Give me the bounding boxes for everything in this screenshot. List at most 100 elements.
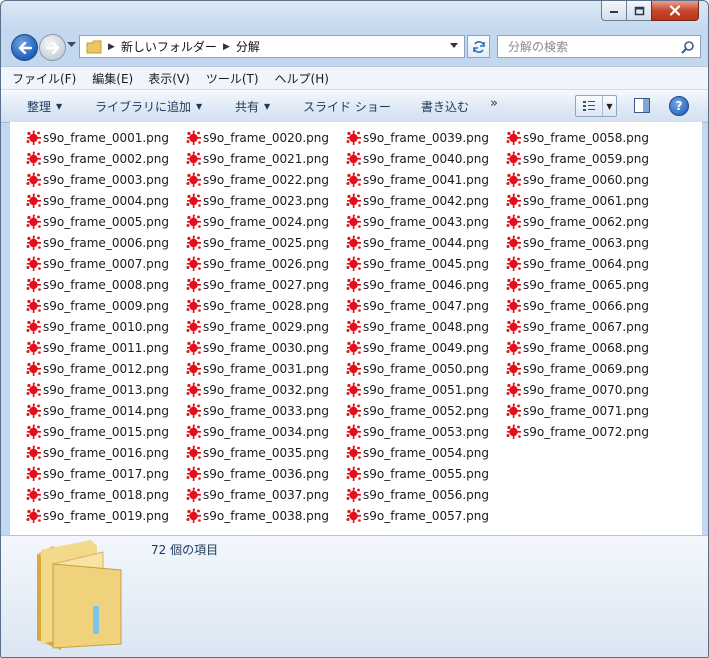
history-dropdown-icon[interactable]	[67, 42, 76, 48]
file-item[interactable]: s9o_frame_0022.png	[186, 170, 329, 189]
file-item[interactable]: s9o_frame_0026.png	[186, 254, 329, 273]
file-item[interactable]: s9o_frame_0067.png	[506, 317, 649, 336]
file-item[interactable]: s9o_frame_0056.png	[346, 485, 489, 504]
file-item[interactable]: s9o_frame_0054.png	[346, 443, 489, 462]
search-input[interactable]: 分解の検索	[497, 35, 701, 58]
file-item[interactable]: s9o_frame_0033.png	[186, 401, 329, 420]
file-item[interactable]: s9o_frame_0018.png	[26, 485, 169, 504]
organize-button[interactable]: 整理 ▼	[27, 98, 62, 115]
add-to-library-button[interactable]: ライブラリに追加 ▼	[95, 98, 202, 115]
file-item[interactable]: s9o_frame_0061.png	[506, 191, 649, 210]
file-item[interactable]: s9o_frame_0025.png	[186, 233, 329, 252]
file-item[interactable]: s9o_frame_0007.png	[26, 254, 169, 273]
menu-edit[interactable]: 編集(E)	[92, 70, 133, 87]
file-item[interactable]: s9o_frame_0038.png	[186, 506, 329, 525]
file-item[interactable]: s9o_frame_0053.png	[346, 422, 489, 441]
file-item[interactable]: s9o_frame_0011.png	[26, 338, 169, 357]
file-item[interactable]: s9o_frame_0014.png	[26, 401, 169, 420]
burn-button[interactable]: 書き込む	[421, 98, 469, 115]
file-item[interactable]: s9o_frame_0050.png	[346, 359, 489, 378]
file-item[interactable]: s9o_frame_0040.png	[346, 149, 489, 168]
breadcrumb-separator-icon[interactable]: ▶	[108, 42, 115, 52]
menu-file[interactable]: ファイル(F)	[12, 70, 76, 87]
file-item[interactable]: s9o_frame_0001.png	[26, 128, 169, 147]
search-icon[interactable]	[681, 40, 695, 54]
close-button[interactable]	[651, 1, 699, 21]
minimize-button[interactable]	[601, 1, 627, 21]
file-item[interactable]: s9o_frame_0036.png	[186, 464, 329, 483]
file-item[interactable]: s9o_frame_0023.png	[186, 191, 329, 210]
file-item[interactable]: s9o_frame_0065.png	[506, 275, 649, 294]
file-item[interactable]: s9o_frame_0049.png	[346, 338, 489, 357]
file-item[interactable]: s9o_frame_0057.png	[346, 506, 489, 525]
file-item[interactable]: s9o_frame_0045.png	[346, 254, 489, 273]
menu-view[interactable]: 表示(V)	[148, 70, 190, 87]
file-item[interactable]: s9o_frame_0024.png	[186, 212, 329, 231]
file-item[interactable]: s9o_frame_0062.png	[506, 212, 649, 231]
chevron-down-icon[interactable]: ▼	[603, 102, 616, 111]
slideshow-button[interactable]: スライド ショー	[303, 98, 391, 115]
file-item[interactable]: s9o_frame_0051.png	[346, 380, 489, 399]
refresh-button[interactable]	[467, 35, 490, 58]
file-item[interactable]: s9o_frame_0031.png	[186, 359, 329, 378]
file-item[interactable]: s9o_frame_0043.png	[346, 212, 489, 231]
file-item[interactable]: s9o_frame_0013.png	[26, 380, 169, 399]
breadcrumb-separator-icon[interactable]: ▶	[223, 42, 230, 52]
file-item[interactable]: s9o_frame_0063.png	[506, 233, 649, 252]
file-item[interactable]: s9o_frame_0034.png	[186, 422, 329, 441]
file-item[interactable]: s9o_frame_0010.png	[26, 317, 169, 336]
file-item[interactable]: s9o_frame_0005.png	[26, 212, 169, 231]
menu-tools[interactable]: ツール(T)	[206, 70, 259, 87]
file-item[interactable]: s9o_frame_0058.png	[506, 128, 649, 147]
file-item[interactable]: s9o_frame_0041.png	[346, 170, 489, 189]
address-bar[interactable]: ▶ 新しいフォルダー ▶ 分解	[79, 35, 465, 58]
file-item[interactable]: s9o_frame_0066.png	[506, 296, 649, 315]
file-item[interactable]: s9o_frame_0070.png	[506, 380, 649, 399]
file-item[interactable]: s9o_frame_0064.png	[506, 254, 649, 273]
file-item[interactable]: s9o_frame_0055.png	[346, 464, 489, 483]
file-item[interactable]: s9o_frame_0037.png	[186, 485, 329, 504]
address-dropdown-icon[interactable]	[450, 43, 458, 48]
more-commands-button[interactable]: »	[490, 96, 498, 111]
file-item[interactable]: s9o_frame_0047.png	[346, 296, 489, 315]
file-item[interactable]: s9o_frame_0046.png	[346, 275, 489, 294]
file-item[interactable]: s9o_frame_0035.png	[186, 443, 329, 462]
file-item[interactable]: s9o_frame_0003.png	[26, 170, 169, 189]
share-button[interactable]: 共有 ▼	[235, 98, 270, 115]
file-item[interactable]: s9o_frame_0044.png	[346, 233, 489, 252]
file-item[interactable]: s9o_frame_0017.png	[26, 464, 169, 483]
file-item[interactable]: s9o_frame_0032.png	[186, 380, 329, 399]
file-item[interactable]: s9o_frame_0008.png	[26, 275, 169, 294]
file-item[interactable]: s9o_frame_0048.png	[346, 317, 489, 336]
file-item[interactable]: s9o_frame_0002.png	[26, 149, 169, 168]
menu-help[interactable]: ヘルプ(H)	[275, 70, 329, 87]
file-item[interactable]: s9o_frame_0071.png	[506, 401, 649, 420]
file-item[interactable]: s9o_frame_0069.png	[506, 359, 649, 378]
file-item[interactable]: s9o_frame_0052.png	[346, 401, 489, 420]
file-item[interactable]: s9o_frame_0072.png	[506, 422, 649, 441]
file-item[interactable]: s9o_frame_0019.png	[26, 506, 169, 525]
back-button[interactable]	[11, 34, 38, 61]
help-button[interactable]: ?	[669, 96, 689, 116]
breadcrumb-item[interactable]: 新しいフォルダー	[121, 38, 217, 55]
file-item[interactable]: s9o_frame_0020.png	[186, 128, 329, 147]
maximize-button[interactable]	[626, 1, 652, 21]
file-item[interactable]: s9o_frame_0027.png	[186, 275, 329, 294]
file-item[interactable]: s9o_frame_0021.png	[186, 149, 329, 168]
file-item[interactable]: s9o_frame_0016.png	[26, 443, 169, 462]
file-item[interactable]: s9o_frame_0068.png	[506, 338, 649, 357]
file-item[interactable]: s9o_frame_0015.png	[26, 422, 169, 441]
file-item[interactable]: s9o_frame_0009.png	[26, 296, 169, 315]
file-item[interactable]: s9o_frame_0028.png	[186, 296, 329, 315]
file-item[interactable]: s9o_frame_0060.png	[506, 170, 649, 189]
file-item[interactable]: s9o_frame_0042.png	[346, 191, 489, 210]
file-item[interactable]: s9o_frame_0012.png	[26, 359, 169, 378]
file-item[interactable]: s9o_frame_0006.png	[26, 233, 169, 252]
file-item[interactable]: s9o_frame_0030.png	[186, 338, 329, 357]
change-view-button[interactable]: ▼	[575, 95, 617, 117]
breadcrumb-item[interactable]: 分解	[236, 38, 260, 55]
file-item[interactable]: s9o_frame_0059.png	[506, 149, 649, 168]
file-item[interactable]: s9o_frame_0004.png	[26, 191, 169, 210]
file-item[interactable]: s9o_frame_0039.png	[346, 128, 489, 147]
forward-button[interactable]	[39, 34, 66, 61]
